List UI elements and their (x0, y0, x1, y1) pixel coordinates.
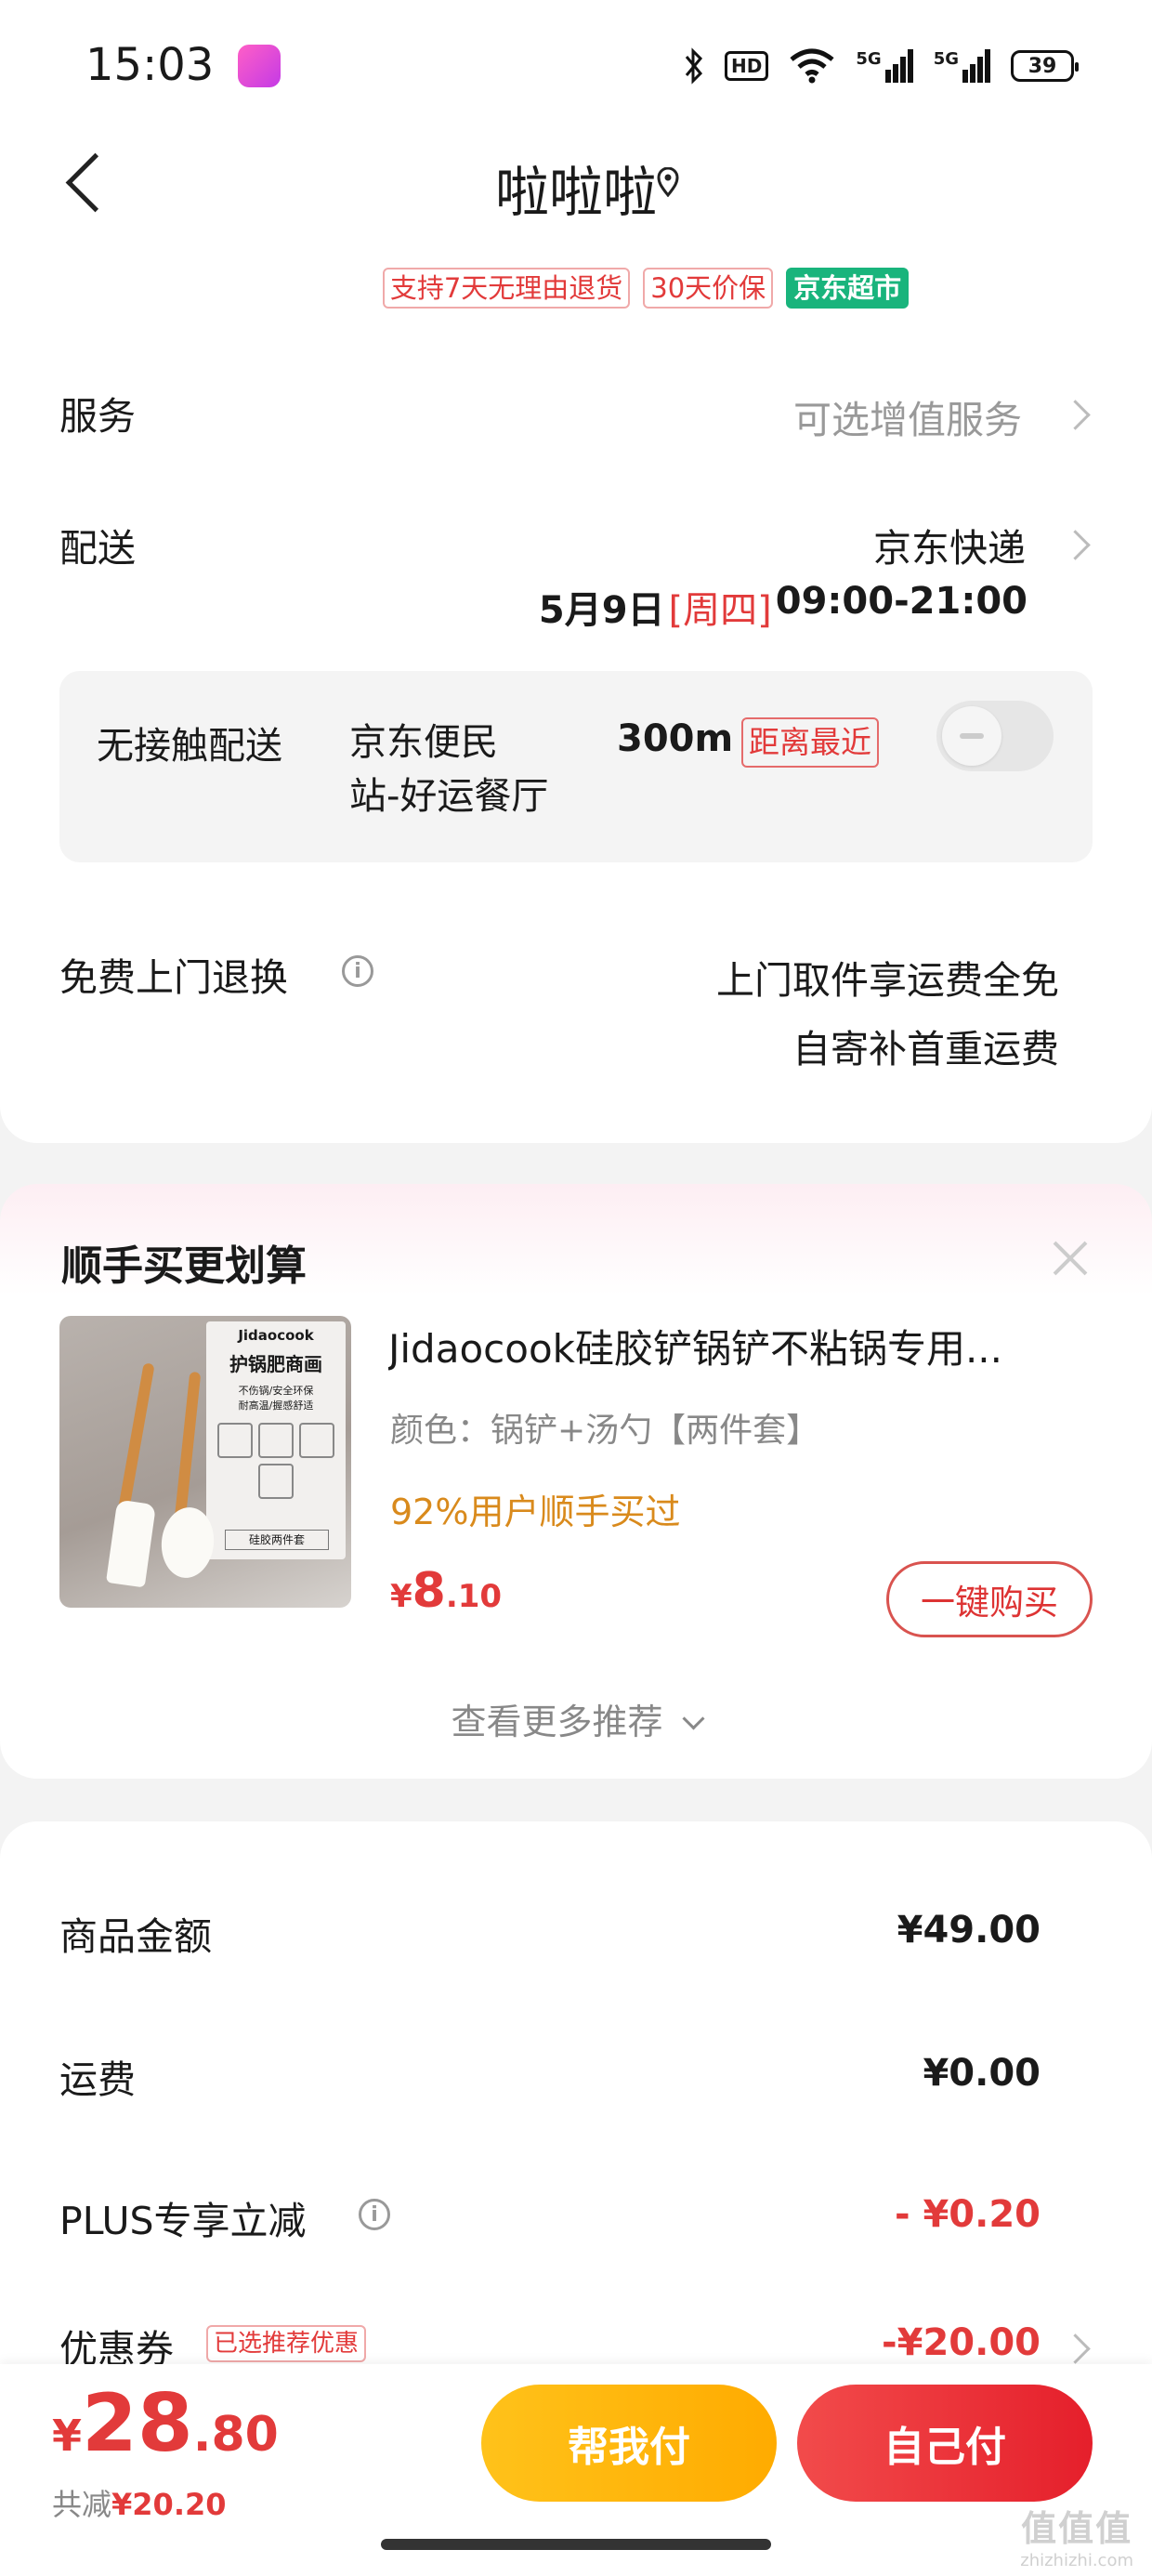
summary-value-goods: ¥49.00 (897, 1909, 1041, 1952)
coupon-recommend-tag: 已选推荐优惠 (206, 2325, 367, 2362)
see-more-label: 查看更多推荐 (451, 1702, 663, 1742)
poster-lines: 不伤锅/安全环保 耐高温/握感舒适 (206, 1384, 346, 1413)
plus-info-icon[interactable]: i (359, 2199, 390, 2230)
summary-label-goods: 商品金额 (59, 1914, 212, 1959)
price-symbol: ¥ (390, 1578, 412, 1615)
total-saved[interactable]: 共减¥20.20 (52, 2481, 227, 2524)
summary-value-shipping: ¥0.00 (923, 2052, 1041, 2095)
contactless-toggle[interactable] (936, 701, 1054, 771)
bluetooth-icon (685, 47, 703, 85)
product-price: ¥8.10 (390, 1563, 502, 1619)
battery-icon: 39 (1011, 50, 1079, 82)
home-indicator[interactable] (381, 2539, 771, 2550)
summary-value-coupon[interactable]: -¥20.00 (882, 2321, 1041, 2364)
close-icon[interactable] (1046, 1234, 1093, 1281)
signal-icon-1: 5G (856, 49, 913, 83)
wifi-icon (790, 48, 834, 84)
station-line-2: 站-好运餐厅 (349, 775, 549, 818)
delivery-schedule[interactable]: 5月9日 [周四] 09:00-21:00 (539, 580, 1028, 634)
delivery-time-window: 09:00-21:00 (775, 580, 1028, 623)
pickup-station[interactable]: 京东便民 站-好运餐厅 (349, 716, 548, 823)
total-price: ¥28.80 (52, 2377, 279, 2470)
status-time: 15:03 (85, 39, 215, 91)
contactless-label: 无接触配送 (97, 725, 282, 768)
returns-info-icon[interactable]: i (342, 955, 373, 987)
delivery-carrier[interactable]: 京东快递 (873, 517, 1026, 572)
station-distance: 300m (617, 717, 734, 760)
summary-value-plus: - ¥0.20 (894, 2193, 1041, 2236)
help-me-pay-button[interactable]: 帮我付 (481, 2385, 777, 2502)
nearest-tag: 距离最近 (741, 717, 879, 768)
poster-brand: Jidaocook (238, 1327, 314, 1344)
watermark-logo: 值值值 zhizhizhi.com (1020, 2500, 1133, 2570)
product-variant[interactable]: 颜色：锅铲+汤勺【两件套】 (390, 1403, 819, 1452)
returns-label: 免费上门退换 (59, 955, 288, 1000)
see-more-recommend[interactable]: 查看更多推荐 (0, 1693, 1152, 1744)
status-icons: HD 5G 5G 39 (684, 45, 1079, 87)
feature-icon (258, 1464, 294, 1499)
recommend-title: 顺手买更划算 (61, 1242, 307, 1290)
total-dec: .80 (192, 2407, 279, 2463)
total-int: 28 (82, 2377, 193, 2470)
poster-heading: 护锅肥商画 (229, 1353, 322, 1375)
poster-line-2: 耐高温/握感舒适 (238, 1400, 314, 1412)
hd-voice-icon: HD (725, 51, 769, 81)
chevron-down-icon (682, 1707, 705, 1730)
spatula-head (105, 1499, 157, 1588)
product-image[interactable]: Jidaocook 护锅肥商画 不伤锅/安全环保 耐高温/握感舒适 硅胶两件套 (59, 1316, 351, 1608)
poster-line-1: 不伤锅/安全环保 (238, 1385, 314, 1397)
app-notification-icon (238, 45, 281, 87)
product-poster: Jidaocook 护锅肥商画 不伤锅/安全环保 耐高温/握感舒适 硅胶两件套 (206, 1321, 346, 1559)
service-tags: 支持7天无理由退货 30天价保 京东超市 (0, 268, 1152, 309)
returns-detail: 上门取件享运费全免 自寄补首重运费 (716, 946, 1059, 1084)
one-click-buy-button[interactable]: 一键购买 (886, 1561, 1093, 1637)
page-title: 啦啦啦 (494, 161, 657, 224)
delivery-weekday: [周四] (668, 589, 772, 632)
station-line-1: 京东便民 (349, 721, 498, 764)
summary-label-shipping: 运费 (59, 2057, 136, 2102)
store-tag: 京东超市 (786, 268, 910, 309)
watermark-site: zhizhizhi.com (1020, 2551, 1133, 2570)
ladle-handle (174, 1371, 202, 1521)
returns-line-1: 上门取件享运费全免 (716, 958, 1059, 1003)
saved-label: 共减 (52, 2487, 112, 2522)
product-name[interactable]: Jidaocook硅胶铲锅铲不粘锅专用... (388, 1318, 1094, 1374)
spatula-handle (116, 1362, 155, 1520)
total-symbol: ¥ (52, 2411, 83, 2461)
product-social-proof: 92%用户顺手买过 (390, 1492, 681, 1532)
delivery-date: 5月9日 (538, 589, 665, 632)
price-int: 8 (412, 1563, 446, 1619)
saved-value: ¥20.20 (111, 2487, 227, 2522)
poster-feature-icons (206, 1423, 346, 1499)
signal-icon-2: 5G (934, 49, 990, 83)
service-label: 服务 (59, 394, 136, 439)
feature-icon (217, 1423, 253, 1458)
price-protect-tag: 30天价保 (643, 268, 774, 309)
pay-myself-button[interactable]: 自己付 (797, 2385, 1093, 2502)
returns-line-2: 自寄补首重运费 (792, 1027, 1059, 1071)
poster-footer: 硅胶两件套 (225, 1530, 329, 1550)
feature-icon (299, 1423, 334, 1458)
delivery-label: 配送 (59, 526, 136, 571)
service-value[interactable]: 可选增值服务 (793, 388, 1022, 444)
location-pin-icon[interactable] (656, 167, 680, 197)
summary-label-plus: PLUS专享立减 (59, 2199, 307, 2243)
price-dec: .10 (445, 1578, 503, 1615)
feature-icon (258, 1423, 294, 1458)
return-policy-tag: 支持7天无理由退货 (382, 268, 631, 309)
watermark-glyphs: 值值值 (1021, 2508, 1133, 2549)
